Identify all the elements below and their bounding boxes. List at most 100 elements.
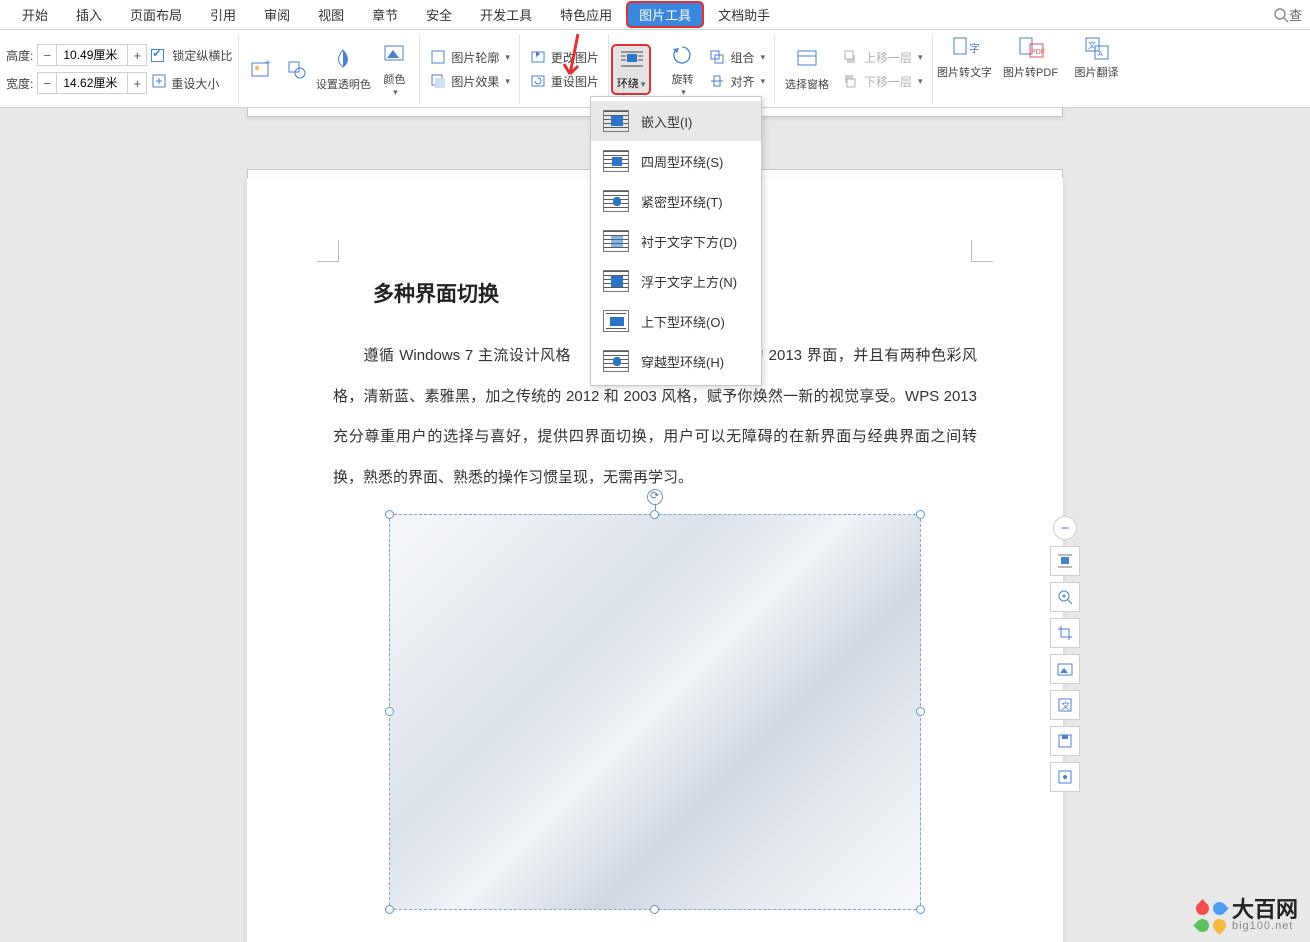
side-ocr-button[interactable]: 文 <box>1050 690 1080 720</box>
add-picture-button[interactable]: + <box>245 55 275 83</box>
reset-size-label[interactable]: 重设大小 <box>171 75 219 92</box>
margin-corner-icon <box>971 240 993 262</box>
move-up-icon <box>842 48 860 66</box>
align-button[interactable]: 对齐 <box>705 69 768 93</box>
side-collapse-button[interactable]: − <box>1053 516 1077 540</box>
search-label: 查 <box>1289 5 1302 24</box>
change-picture-icon <box>529 48 547 66</box>
align-label: 对齐 <box>730 73 754 90</box>
color-icon <box>380 41 408 69</box>
arrange-group: 旋转 组合 对齐 <box>657 34 775 104</box>
tab-layout[interactable]: 页面布局 <box>116 1 196 28</box>
tab-start[interactable]: 开始 <box>8 1 62 28</box>
tab-review[interactable]: 审阅 <box>250 1 304 28</box>
pic-translate-button[interactable]: 文A 图片翻译 <box>1071 34 1123 104</box>
style-group: 图片轮廓 图片效果 <box>420 34 520 104</box>
reset-picture-label: 重设图片 <box>551 73 599 90</box>
resize-handle[interactable] <box>916 510 925 519</box>
wrap-option-square[interactable]: 四周型环绕(S) <box>591 141 761 181</box>
rotate-button[interactable]: 旋转 <box>663 41 701 98</box>
resize-handle[interactable] <box>385 510 394 519</box>
svg-text:文: 文 <box>1061 700 1070 711</box>
tab-view[interactable]: 视图 <box>304 1 358 28</box>
size-group: 高度: − 10.49厘米 + 锁定纵横比 宽度: − 14.62厘米 + 重设… <box>0 34 239 104</box>
transparency-button[interactable]: 设置透明色 <box>317 46 369 92</box>
watermark-logo-icon <box>1196 902 1226 932</box>
move-down-label: 下移一层 <box>864 73 912 90</box>
pic-translate-label: 图片翻译 <box>1075 64 1119 80</box>
width-plus[interactable]: + <box>128 76 146 91</box>
wrap-option-inline[interactable]: 嵌入型(I) <box>591 101 761 141</box>
selection-pane-button[interactable]: 选择窗格 <box>781 46 833 92</box>
side-wrap-button[interactable] <box>1050 546 1080 576</box>
resize-handle[interactable] <box>385 905 394 914</box>
color-button[interactable]: 颜色 <box>375 41 413 98</box>
tab-doc-assistant[interactable]: 文档助手 <box>704 1 784 28</box>
effect-button[interactable]: 图片效果 <box>426 69 513 93</box>
height-input[interactable]: − 10.49厘米 + <box>37 44 147 66</box>
side-more-button[interactable] <box>1050 762 1080 792</box>
add-picture-icon: + <box>246 55 274 83</box>
pic-to-text-icon: 字 <box>951 34 979 62</box>
group-label: 组合 <box>730 49 754 66</box>
width-value[interactable]: 14.62厘米 <box>56 73 128 93</box>
resize-handle[interactable] <box>385 707 394 716</box>
tab-picture-tools[interactable]: 图片工具 <box>626 1 704 28</box>
height-value[interactable]: 10.49厘米 <box>56 45 128 65</box>
wrap-option-label: 穿越型环绕(H) <box>641 352 724 371</box>
group-button[interactable]: 组合 <box>705 45 768 69</box>
pic-to-pdf-button[interactable]: PDF 图片转PDF <box>1005 34 1057 104</box>
convert-group: 字 图片转文字 PDF 图片转PDF 文A 图片翻译 <box>933 34 1129 104</box>
paragraph-text: 遵循 Windows 7 主流设计风格 <box>363 347 571 364</box>
side-save-button[interactable] <box>1050 726 1080 756</box>
wrap-option-label: 浮于文字上方(N) <box>641 272 737 291</box>
watermark: 大百网 big100.net <box>1196 899 1298 932</box>
wrap-button[interactable]: 环绕 <box>611 44 652 95</box>
reset-size-icon[interactable] <box>151 73 167 94</box>
tab-dev[interactable]: 开发工具 <box>466 1 546 28</box>
tab-chapter[interactable]: 章节 <box>358 1 412 28</box>
align-icon <box>708 72 726 90</box>
outline-button[interactable]: 图片轮廓 <box>426 45 513 69</box>
wrap-option-through[interactable]: 穿越型环绕(H) <box>591 341 761 381</box>
wrap-group: 环绕 <box>609 34 658 104</box>
side-crop-button[interactable] <box>1050 618 1080 648</box>
width-minus[interactable]: − <box>38 76 56 91</box>
lock-ratio-checkbox[interactable] <box>151 49 164 62</box>
color-label: 颜色 <box>383 71 405 87</box>
wrap-dropdown-menu: 嵌入型(I) 四周型环绕(S) 紧密型环绕(T) 衬于文字下方(D) 浮于文字上… <box>590 96 762 386</box>
tab-special[interactable]: 特色应用 <box>546 1 626 28</box>
tab-security[interactable]: 安全 <box>412 1 466 28</box>
wrap-option-behind[interactable]: 衬于文字下方(D) <box>591 221 761 261</box>
side-zoom-button[interactable] <box>1050 582 1080 612</box>
resize-handle[interactable] <box>650 510 659 519</box>
insert-shape-icon <box>282 55 310 83</box>
tab-insert[interactable]: 插入 <box>62 1 116 28</box>
pic-to-text-button[interactable]: 字 图片转文字 <box>939 34 991 104</box>
resize-handle[interactable] <box>650 905 659 914</box>
selected-image[interactable] <box>389 514 921 910</box>
resize-handle[interactable] <box>916 905 925 914</box>
width-input[interactable]: − 14.62厘米 + <box>37 72 147 94</box>
insert-shape-button[interactable] <box>281 55 311 83</box>
search-box[interactable]: 查 <box>1273 5 1302 24</box>
rotate-label: 旋转 <box>671 71 693 87</box>
effect-icon <box>429 72 447 90</box>
adjust-group: + 设置透明色 颜色 <box>239 34 420 104</box>
wrap-option-tight[interactable]: 紧密型环绕(T) <box>591 181 761 221</box>
height-plus[interactable]: + <box>128 48 146 63</box>
height-minus[interactable]: − <box>38 48 56 63</box>
wrap-option-topbottom[interactable]: 上下型环绕(O) <box>591 301 761 341</box>
svg-text:+: + <box>265 58 271 69</box>
side-replace-button[interactable] <box>1050 654 1080 684</box>
change-picture-button[interactable]: 更改图片 <box>526 45 602 69</box>
reset-picture-button[interactable]: 重设图片 <box>526 69 602 93</box>
tab-reference[interactable]: 引用 <box>196 1 250 28</box>
rotate-handle[interactable] <box>647 489 663 505</box>
resize-handle[interactable] <box>916 707 925 716</box>
svg-text:文: 文 <box>1088 40 1096 50</box>
watermark-url: big100.net <box>1232 921 1298 932</box>
pic-translate-icon: 文A <box>1083 34 1111 62</box>
image-side-toolbar: − 文 <box>1050 516 1082 792</box>
wrap-option-front[interactable]: 浮于文字上方(N) <box>591 261 761 301</box>
